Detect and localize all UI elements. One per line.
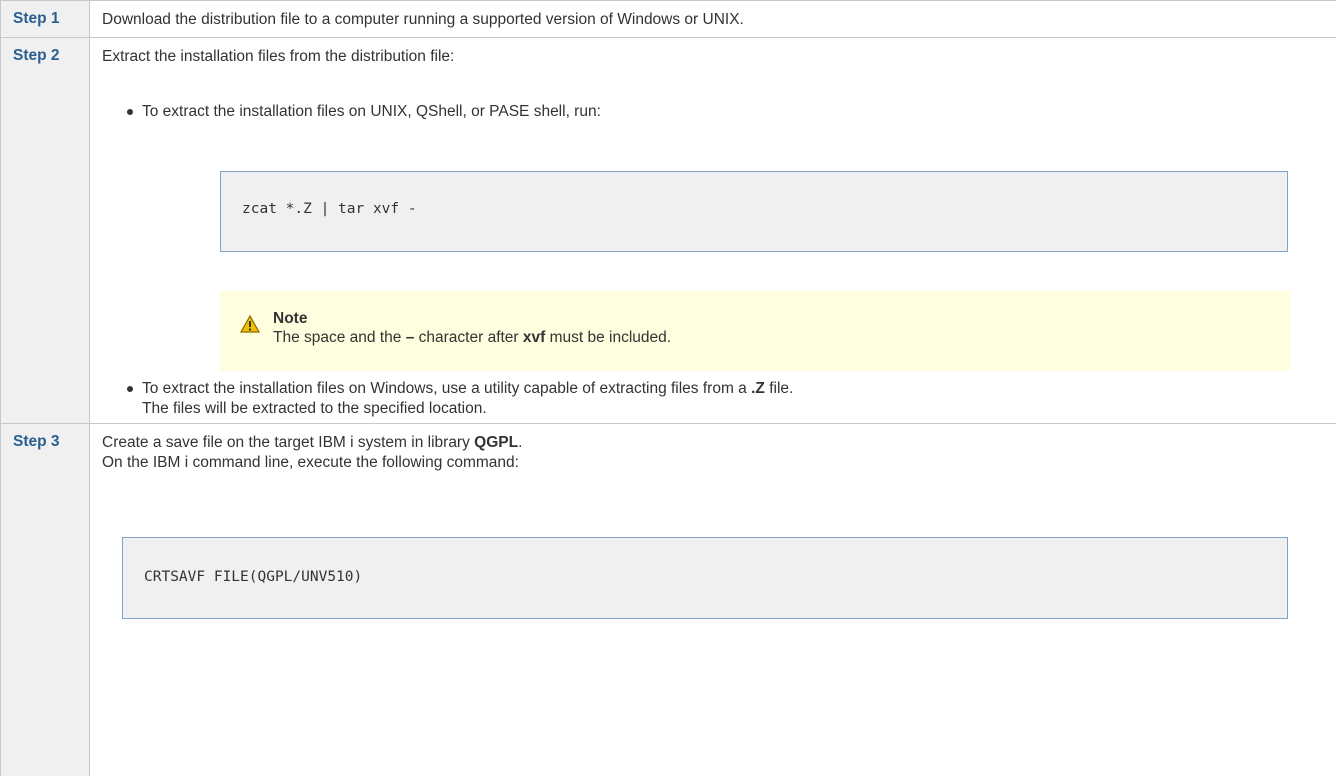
- code-text: CRTSAVF FILE(QGPL/UNV510): [144, 569, 363, 585]
- step-text: Download the distribution file to a comp…: [102, 11, 744, 28]
- inline-code: xvf: [522, 329, 546, 346]
- code-block: zcat *.Z | tar xvf -: [220, 171, 1288, 252]
- bullet-list: To extract the installation files on UNI…: [90, 102, 1336, 122]
- step-body: Create a save file on the target IBM i s…: [90, 424, 1336, 776]
- note-panel: Note The space and the – character after…: [220, 291, 1290, 371]
- step-body: Download the distribution file to a comp…: [90, 1, 1336, 37]
- list-item: To extract the installation files on UNI…: [127, 102, 1336, 122]
- step-text: Extract the installation files from the …: [102, 48, 455, 65]
- step-label: Step 2: [0, 38, 90, 423]
- step-row-3: Step 3 Create a save file on the target …: [0, 423, 1336, 776]
- installation-steps-table: Step 1 Download the distribution file to…: [0, 0, 1336, 776]
- list-item: To extract the installation files on Win…: [127, 379, 1336, 419]
- step-row-2: Step 2 Extract the installation files fr…: [0, 37, 1336, 423]
- inline-code: .Z: [751, 380, 765, 397]
- code-block: CRTSAVF FILE(QGPL/UNV510): [122, 537, 1288, 619]
- bullet-list: To extract the installation files on Win…: [90, 379, 1336, 419]
- step-body: Extract the installation files from the …: [90, 38, 1336, 423]
- note-text: The space and the – character after xvf …: [273, 329, 672, 346]
- step-row-1: Step 1 Download the distribution file to…: [0, 0, 1336, 37]
- step-label: Step 3: [0, 424, 90, 776]
- step-label: Step 1: [0, 1, 90, 37]
- library-name: QGPL: [474, 434, 519, 451]
- step-text: Create a save file on the target IBM i s…: [102, 434, 523, 451]
- step-text: On the IBM i command line, execute the f…: [102, 454, 519, 471]
- code-text: zcat *.Z | tar xvf -: [242, 201, 417, 217]
- note-title: Note: [273, 310, 308, 327]
- warning-icon: [240, 315, 260, 333]
